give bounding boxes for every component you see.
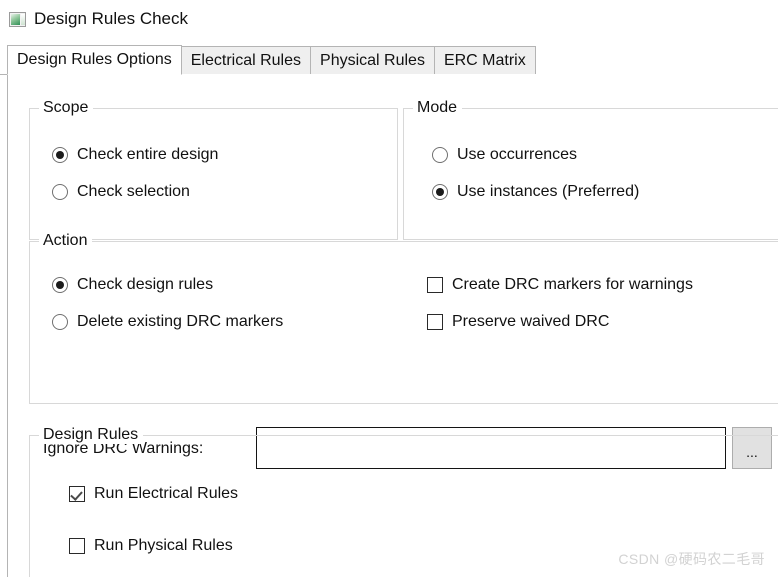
checkbox-indicator xyxy=(69,485,85,502)
tab-bar: Design Rules Options Electrical Rules Ph… xyxy=(0,45,778,75)
radio-label: Use instances (Preferred) xyxy=(457,183,640,200)
tab-erc-matrix[interactable]: ERC Matrix xyxy=(433,46,536,75)
design-rules-check-icon xyxy=(9,11,26,27)
checkbox-preserve-waived-drc[interactable]: Preserve waived DRC xyxy=(427,312,609,331)
checkbox-label: Preserve waived DRC xyxy=(452,313,610,330)
design-rules-options-panel: Scope Check entire design Check selectio… xyxy=(7,74,778,577)
radio-use-instances[interactable]: Use instances (Preferred) xyxy=(432,182,639,201)
radio-label: Check selection xyxy=(77,183,190,200)
tab-electrical-rules[interactable]: Electrical Rules xyxy=(180,46,312,75)
action-group: Action Check design rules Delete existin… xyxy=(29,232,778,404)
radio-check-design-rules[interactable]: Check design rules xyxy=(52,275,213,294)
mode-group: Mode Use occurrences Use instances (Pref… xyxy=(403,99,778,240)
checkbox-label: Run Physical Rules xyxy=(94,537,233,554)
tab-design-rules-options[interactable]: Design Rules Options xyxy=(7,45,182,75)
radio-label: Check entire design xyxy=(77,146,219,163)
checkbox-indicator xyxy=(427,276,443,293)
csdn-watermark: CSDN @硬码农二毛哥 xyxy=(618,551,765,567)
radio-indicator xyxy=(52,183,68,200)
checkbox-create-drc-markers-for-warnings[interactable]: Create DRC markers for warnings xyxy=(427,275,693,294)
tab-physical-rules[interactable]: Physical Rules xyxy=(310,46,435,75)
checkbox-run-physical-rules[interactable]: Run Physical Rules xyxy=(69,536,233,555)
radio-check-entire-design[interactable]: Check entire design xyxy=(52,145,218,164)
title-bar: Design Rules Check xyxy=(0,0,778,38)
mode-group-title: Mode xyxy=(413,99,463,117)
checkbox-indicator xyxy=(69,537,85,554)
radio-indicator xyxy=(52,146,68,163)
radio-delete-existing-drc-markers[interactable]: Delete existing DRC markers xyxy=(52,312,283,331)
scope-group: Scope Check entire design Check selectio… xyxy=(29,99,398,240)
radio-use-occurrences[interactable]: Use occurrences xyxy=(432,145,577,164)
checkbox-run-electrical-rules[interactable]: Run Electrical Rules xyxy=(69,484,238,503)
action-group-title: Action xyxy=(39,232,93,250)
design-rules-group-title: Design Rules xyxy=(39,426,144,444)
scope-group-title: Scope xyxy=(39,99,94,117)
radio-indicator xyxy=(52,276,68,293)
radio-label: Check design rules xyxy=(77,276,214,293)
radio-indicator xyxy=(432,183,448,200)
checkbox-indicator xyxy=(427,313,443,330)
radio-label: Use occurrences xyxy=(457,146,578,163)
radio-indicator xyxy=(52,313,68,330)
radio-indicator xyxy=(432,146,448,163)
window-title: Design Rules Check xyxy=(34,9,189,28)
radio-label: Delete existing DRC markers xyxy=(77,313,284,330)
checkbox-label: Run Electrical Rules xyxy=(94,485,239,502)
checkbox-label: Create DRC markers for warnings xyxy=(452,276,693,293)
radio-check-selection[interactable]: Check selection xyxy=(52,182,190,201)
design-rules-check-dialog: Design Rules Check Design Rules Options … xyxy=(0,0,778,577)
